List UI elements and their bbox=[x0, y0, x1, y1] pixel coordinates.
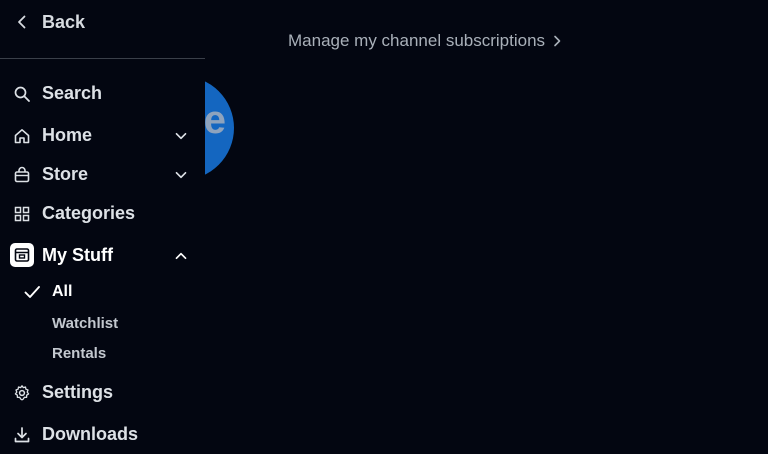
chevron-down-icon[interactable] bbox=[174, 129, 188, 143]
my-stuff-icon bbox=[10, 243, 34, 267]
nav-item-search[interactable]: Search bbox=[0, 78, 205, 110]
sub-item-label: Rentals bbox=[52, 345, 107, 362]
sub-item-all[interactable]: All bbox=[0, 279, 205, 305]
checkmark-icon bbox=[24, 286, 40, 298]
app-screen: e ptions Manage my channel subscriptions… bbox=[0, 0, 768, 454]
sub-item-watchlist[interactable]: Watchlist bbox=[0, 310, 205, 336]
chevron-left-icon bbox=[18, 15, 26, 29]
chevron-up-icon[interactable] bbox=[174, 249, 188, 263]
sub-item-label: Watchlist bbox=[52, 315, 119, 332]
manage-subscriptions-label: Manage my channel subscriptions bbox=[288, 31, 546, 50]
search-icon bbox=[13, 85, 31, 103]
chevron-right-icon bbox=[554, 35, 561, 47]
nav-item-label: Store bbox=[42, 164, 89, 184]
grid-icon bbox=[13, 205, 31, 223]
sub-item-label: All bbox=[52, 283, 73, 300]
nav-item-label: Settings bbox=[42, 382, 114, 402]
nav-item-label: Home bbox=[42, 125, 93, 145]
nav-item-downloads[interactable]: Downloads bbox=[0, 419, 205, 451]
download-icon bbox=[13, 426, 31, 444]
nav-drawer: Back Search Home Store Categories My Stu… bbox=[0, 0, 205, 454]
manage-subscriptions-link[interactable]: Manage my channel subscriptions bbox=[288, 31, 563, 51]
nav-item-settings[interactable]: Settings bbox=[0, 377, 205, 409]
nav-item-categories[interactable]: Categories bbox=[0, 198, 205, 230]
nav-item-label: Categories bbox=[42, 203, 136, 223]
nav-item-label: Downloads bbox=[42, 424, 139, 444]
badge-letter: e bbox=[203, 98, 226, 142]
nav-item-label: Search bbox=[42, 83, 103, 103]
home-icon bbox=[13, 127, 31, 145]
back-label: Back bbox=[42, 12, 86, 32]
nav-item-home[interactable]: Home bbox=[0, 120, 205, 152]
gear-icon bbox=[13, 384, 31, 402]
chevron-down-icon[interactable] bbox=[174, 168, 188, 182]
sub-item-rentals[interactable]: Rentals bbox=[0, 340, 205, 366]
store-bag-icon bbox=[13, 166, 31, 184]
nav-item-label: My Stuff bbox=[42, 245, 113, 265]
nav-item-store[interactable]: Store bbox=[0, 159, 205, 191]
nav-item-my-stuff[interactable]: My Stuff bbox=[0, 240, 205, 272]
back-button[interactable]: Back bbox=[0, 0, 205, 59]
